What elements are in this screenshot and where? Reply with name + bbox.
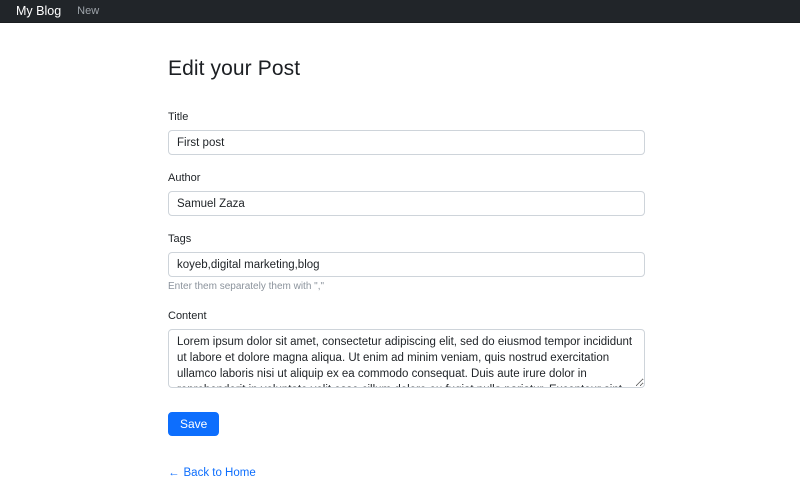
content-label: Content <box>168 309 645 323</box>
title-input[interactable] <box>168 130 645 155</box>
tags-help-text: Enter them separately them with "," <box>168 281 645 293</box>
top-navbar: My Blog New <box>0 0 800 23</box>
author-field-group: Author <box>168 171 645 216</box>
tags-field-group: Tags Enter them separately them with "," <box>168 232 645 293</box>
navbar-brand[interactable]: My Blog <box>16 4 61 18</box>
content-textarea[interactable]: Lorem ipsum dolor sit amet, consectetur … <box>168 329 645 388</box>
back-link-label: Back to Home <box>184 467 256 479</box>
title-field-group: Title <box>168 110 645 155</box>
tags-input[interactable] <box>168 252 645 277</box>
author-input[interactable] <box>168 191 645 216</box>
content-field-group: Content Lorem ipsum dolor sit amet, cons… <box>168 309 645 388</box>
tags-label: Tags <box>168 232 645 246</box>
edit-post-form: Title Author Tags Enter them separately … <box>168 110 645 436</box>
save-button[interactable]: Save <box>168 412 219 436</box>
title-label: Title <box>168 110 645 124</box>
back-to-home-link[interactable]: ← Back to Home <box>168 467 256 479</box>
navbar-link-new[interactable]: New <box>77 5 99 17</box>
main-content: Edit your Post Title Author Tags Enter t… <box>168 56 645 481</box>
page-title: Edit your Post <box>168 56 645 81</box>
author-label: Author <box>168 171 645 185</box>
back-arrow-icon: ← <box>168 467 180 479</box>
